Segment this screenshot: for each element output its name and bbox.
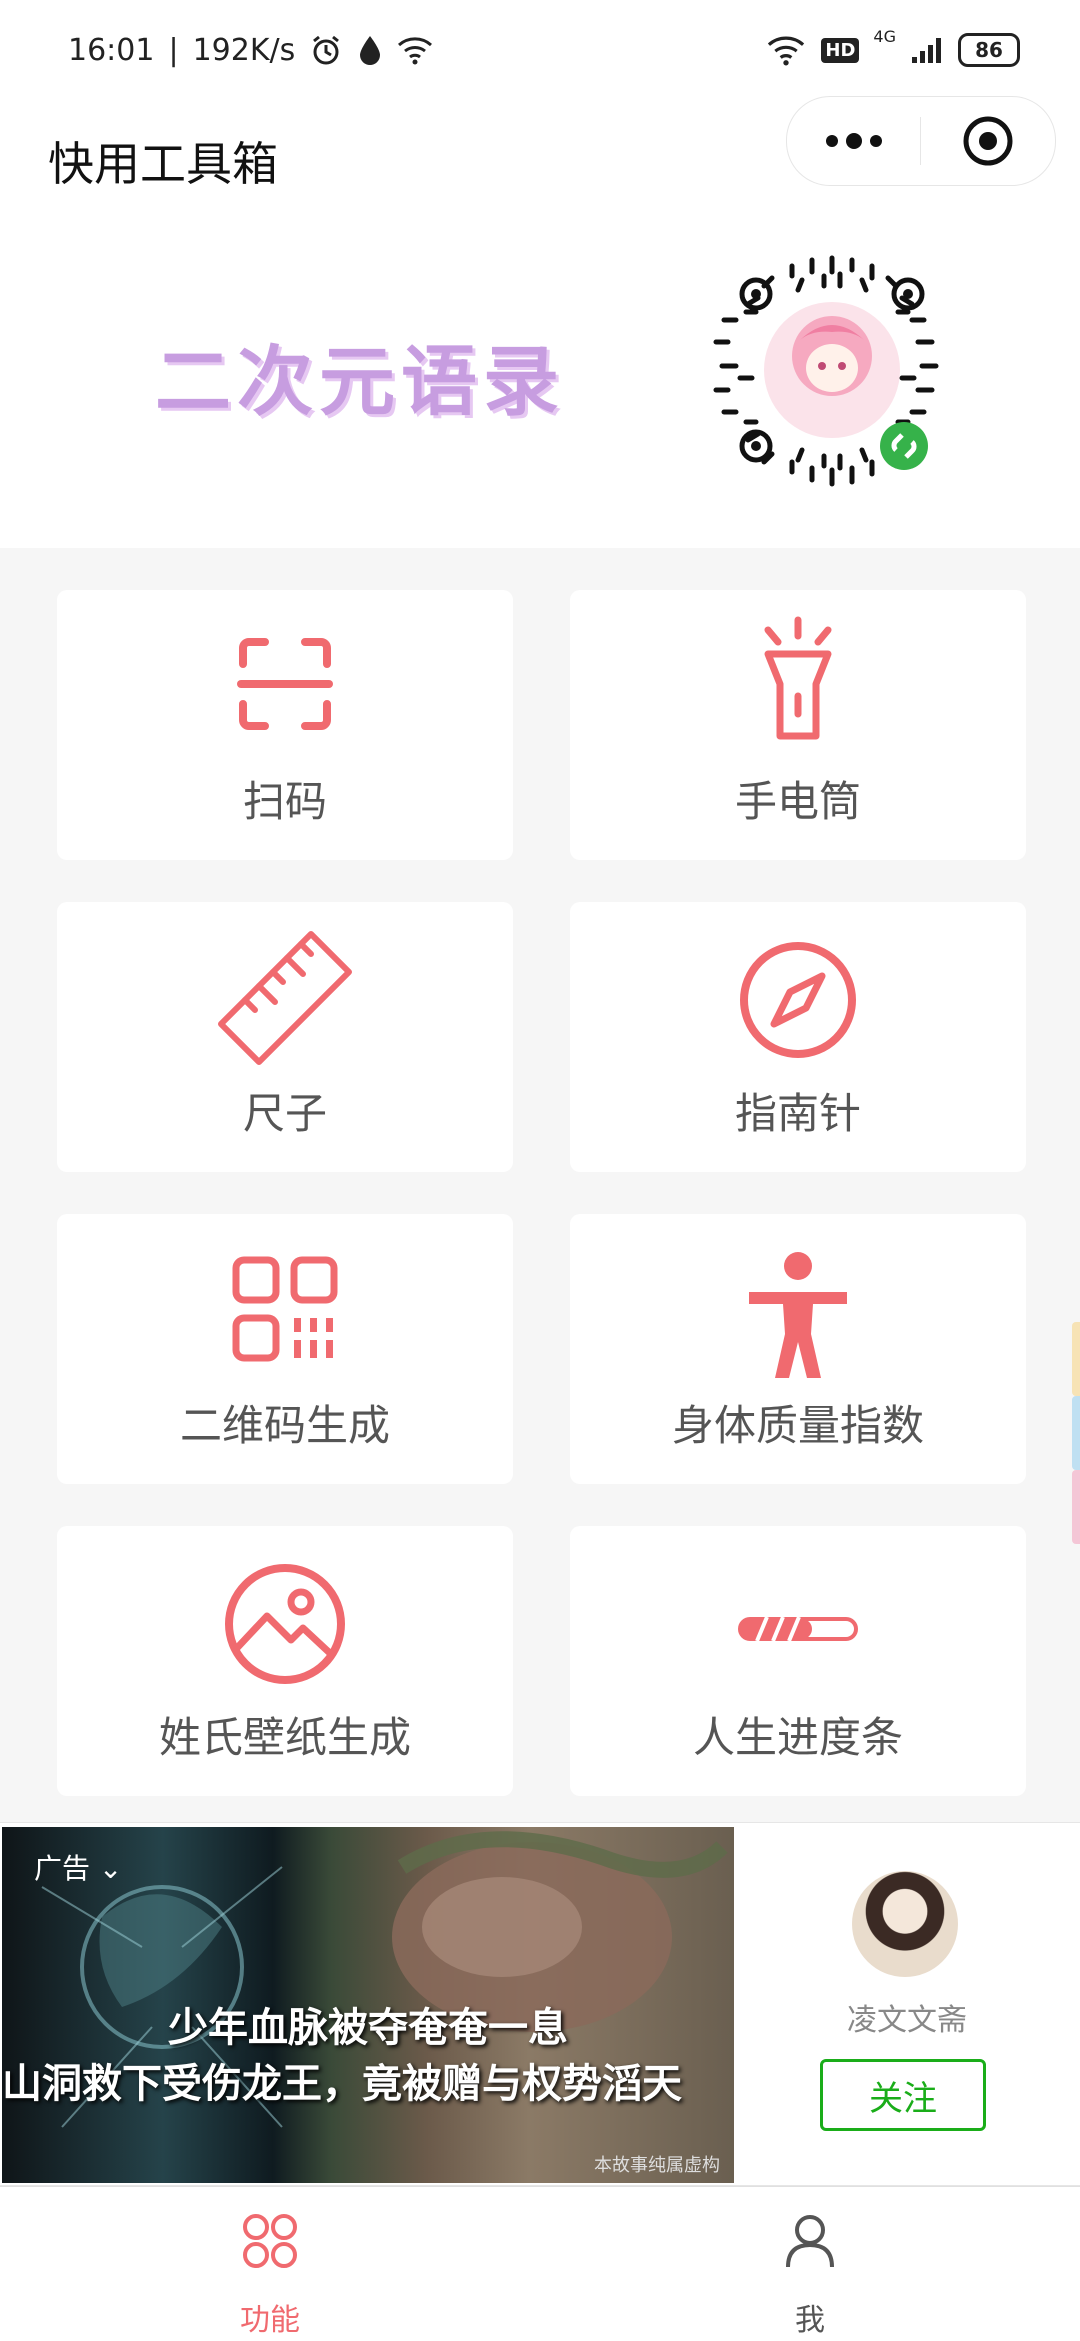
signal-icon [912,38,941,63]
tool-card-ruler[interactable]: 尺子 [57,902,513,1172]
scan-icon [237,638,333,730]
progress-bar-icon [738,1616,858,1642]
status-bar: 16:01 | 192K/s HD 4G 86 [0,0,1080,100]
battery-level: 86 [975,38,1003,62]
nav-bar: 快用工具箱 [0,96,1080,210]
close-button[interactable] [921,115,1054,167]
hd-badge: HD [821,37,860,63]
avatar[interactable] [852,1871,958,1977]
image-icon [225,1564,345,1684]
user-icon [786,2215,834,2268]
tool-card-compass[interactable]: 指南针 [570,902,1026,1172]
side-tab-yellow[interactable] [1072,1322,1080,1396]
tool-label: 尺子 [242,1089,327,1138]
wifi-small-icon [398,37,433,65]
ad-author-name: 凌文文斋 [847,2003,967,2038]
mini-program-capsule [786,96,1056,186]
compass-icon [740,942,856,1058]
target-icon [963,116,1012,166]
ad-banner[interactable]: 广告 ⌄ 少年血脉被夺奄奄一息 山洞救下受伤龙王，竟被赠与权势滔天 本故事纯属虚… [0,1822,1080,2186]
page-title: 快用工具箱 [48,137,278,191]
tab-label: 功能 [240,2303,300,2338]
grid-circles-icon [243,2214,297,2268]
ad-image[interactable]: 广告 ⌄ 少年血脉被夺奄奄一息 山洞救下受伤龙王，竟被赠与权势滔天 本故事纯属虚… [2,1827,734,2183]
status-speed: 192K/s [192,32,296,68]
tab-me[interactable]: 我 [540,2187,1080,2341]
side-tab-blue[interactable] [1072,1396,1080,1470]
more-button[interactable] [787,131,920,151]
tool-label: 人生进度条 [692,1713,903,1762]
tool-card-wallpaper[interactable]: 姓氏壁纸生成 [57,1526,513,1796]
more-dots-icon [825,133,882,149]
status-separator: | [168,32,179,68]
network-label: 4G [873,27,896,46]
body-icon [749,1252,847,1378]
tool-card-flashlight[interactable]: 手电筒 [570,590,1026,860]
tool-card-scan[interactable]: 扫码 [57,590,513,860]
tab-features[interactable]: 功能 [0,2187,540,2341]
tool-label: 手电筒 [734,777,861,826]
tab-bar: 功能 我 [0,2186,1080,2341]
mini-program-code-icon [713,255,939,487]
tool-card-qr-generate[interactable]: 二维码生成 [57,1214,513,1484]
wifi-icon [768,36,805,66]
drop-icon [360,36,381,65]
tool-label: 姓氏壁纸生成 [158,1713,411,1762]
ad-author-panel: 凌文文斋 关注 [734,1823,1080,2185]
ad-tag[interactable]: 广告 ⌄ [34,1847,122,1887]
tool-label: 扫码 [242,777,327,826]
tab-label: 我 [795,2303,825,2338]
ad-subline: 山洞救下受伤龙王，竟被赠与权势滔天 [2,2061,682,2107]
ad-tag-label: 广告 [34,1852,91,1885]
ad-footnote: 本故事纯属虚构 [594,2155,720,2176]
promo-banner[interactable]: 二次元语录 [0,210,1080,548]
alarm-icon [313,35,340,65]
tool-label: 二维码生成 [179,1401,390,1450]
ad-headline: 少年血脉被夺奄奄一息 [168,2005,568,2051]
follow-button[interactable]: 关注 [820,2059,986,2131]
side-tab-pink[interactable] [1072,1470,1080,1544]
ruler-icon [218,931,352,1065]
tool-card-bmi[interactable]: 身体质量指数 [570,1214,1026,1484]
qr-code-icon [232,1256,338,1362]
tool-label: 身体质量指数 [671,1401,924,1450]
tool-label: 指南针 [734,1089,861,1138]
battery-indicator: 86 [958,33,1020,67]
status-time: 16:01 [68,32,155,68]
banner-title: 二次元语录 [155,337,565,426]
tool-card-life-progress[interactable]: 人生进度条 [570,1526,1026,1796]
flashlight-icon [764,616,832,740]
